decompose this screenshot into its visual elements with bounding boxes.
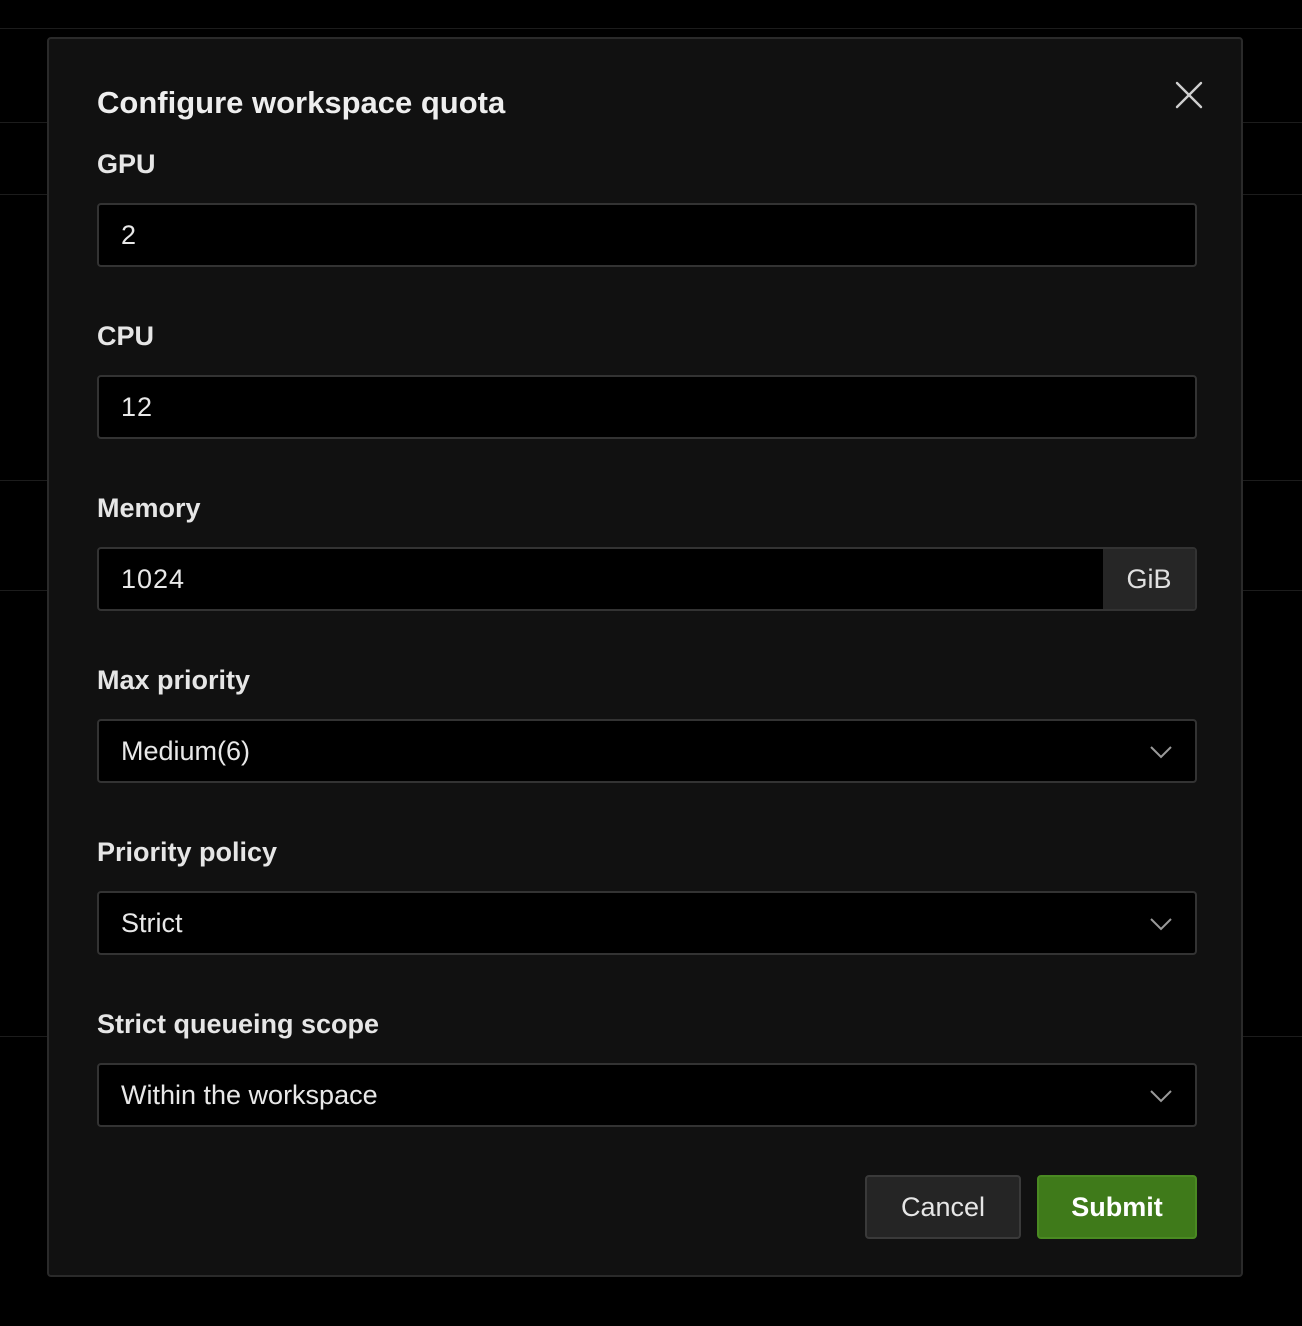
chevron-down-icon [1150, 1090, 1172, 1103]
submit-button[interactable]: Submit [1037, 1175, 1197, 1239]
quota-dialog: Configure workspace quota GPU CPU Memory… [47, 37, 1243, 1277]
priority-policy-value: Strict [121, 908, 183, 938]
gpu-label: GPU [97, 149, 156, 179]
background-divider [0, 28, 1302, 29]
memory-label: Memory [97, 493, 201, 523]
memory-input[interactable] [99, 549, 1105, 609]
priority-policy-select[interactable]: Strict [97, 891, 1197, 955]
cancel-button[interactable]: Cancel [865, 1175, 1021, 1239]
priority-policy-label: Priority policy [97, 837, 278, 867]
chevron-down-icon [1150, 746, 1172, 759]
memory-field-wrapper: GiB [97, 547, 1197, 611]
cpu-input[interactable] [99, 377, 1195, 437]
max-priority-select[interactable]: Medium(6) [97, 719, 1197, 783]
dialog-title: Configure workspace quota [97, 85, 506, 120]
close-icon [1175, 81, 1203, 109]
chevron-down-icon [1150, 918, 1172, 931]
close-button[interactable] [1167, 73, 1211, 117]
memory-unit: GiB [1103, 549, 1195, 609]
cpu-label: CPU [97, 321, 155, 351]
gpu-field-wrapper [97, 203, 1197, 267]
gpu-input[interactable] [99, 205, 1195, 265]
queueing-scope-label: Strict queueing scope [97, 1009, 380, 1039]
max-priority-label: Max priority [97, 665, 251, 695]
cpu-field-wrapper [97, 375, 1197, 439]
max-priority-value: Medium(6) [121, 736, 251, 766]
queueing-scope-select[interactable]: Within the workspace [97, 1063, 1197, 1127]
queueing-scope-value: Within the workspace [121, 1080, 378, 1110]
